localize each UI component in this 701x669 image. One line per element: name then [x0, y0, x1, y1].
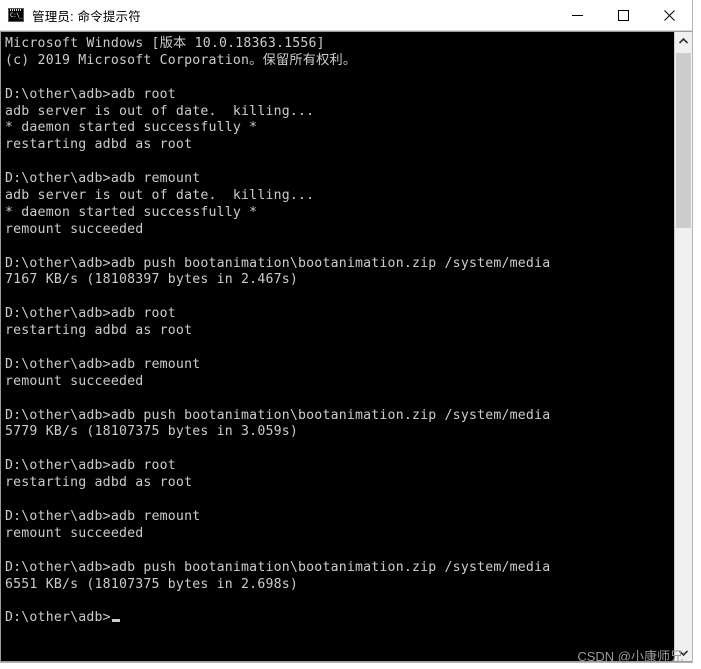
console-line: remount succeeded: [5, 525, 144, 541]
console-line: * daemon started successfully *: [5, 120, 258, 136]
title-bar[interactable]: C:\_ 管理员: 命令提示符: [0, 0, 692, 31]
console-line: D:\other\adb>adb push bootanimation\boot…: [5, 407, 551, 423]
close-icon: [663, 9, 675, 21]
console-line: D:\other\adb>adb remount: [5, 171, 201, 187]
console-line: remount succeeded: [5, 373, 144, 389]
console-line: 6551 KB/s (18107375 bytes in 2.698s): [5, 576, 299, 592]
scrollbar-thumb[interactable]: [676, 53, 691, 228]
cmd-icon-titlestrip: [10, 9, 22, 11]
vertical-scrollbar[interactable]: [674, 32, 692, 661]
window-title: 管理员: 命令提示符: [32, 9, 141, 24]
console-line: D:\other\adb>adb push bootanimation\boot…: [5, 255, 551, 271]
maximize-icon: [617, 9, 629, 21]
console-line: (c) 2019 Microsoft Corporation。保留所有权利。: [5, 52, 357, 68]
console-line: * daemon started successfully *: [5, 204, 258, 220]
console-line: D:\other\adb>adb push bootanimation\boot…: [5, 559, 551, 575]
scroll-down-button[interactable]: [675, 644, 692, 661]
console-line: D:\other\adb>: [5, 610, 674, 627]
console-line: D:\other\adb>adb remount: [5, 508, 201, 524]
console-output[interactable]: Microsoft Windows [版本 10.0.18363.1556] (c…: [1, 32, 674, 661]
console-line: Microsoft Windows [版本 10.0.18363.1556]: [5, 36, 325, 51]
text-cursor: [111, 619, 120, 623]
console-line: D:\other\adb>adb root: [5, 306, 176, 322]
console-line: restarting adbd as root: [5, 137, 193, 153]
console-line: D:\other\adb>adb root: [5, 458, 176, 474]
scroll-up-button[interactable]: [675, 32, 692, 49]
console-line: remount succeeded: [5, 221, 144, 237]
cmd-console-icon: C:\_: [8, 8, 24, 22]
maximize-button[interactable]: [600, 0, 646, 30]
console-line: restarting adbd as root: [5, 475, 193, 491]
console-line: adb server is out of date. killing...: [5, 188, 315, 204]
console-line: adb server is out of date. killing...: [5, 103, 315, 119]
chevron-up-icon: [679, 37, 688, 44]
command-prompt-window: C:\_ 管理员: 命令提示符 Microsoft Windows [版本 10…: [0, 0, 693, 663]
scrollbar-track[interactable]: [675, 49, 692, 644]
chevron-down-icon: [679, 649, 688, 656]
console-line: D:\other\adb>adb root: [5, 86, 176, 102]
console-line: 5779 KB/s (18107375 bytes in 3.059s): [5, 424, 299, 440]
console-line: 7167 KB/s (18108397 bytes in 2.467s): [5, 272, 299, 288]
console-line: restarting adbd as root: [5, 323, 193, 339]
close-button[interactable]: [646, 0, 692, 30]
console-area[interactable]: Microsoft Windows [版本 10.0.18363.1556] (c…: [0, 31, 692, 662]
minimize-icon: [571, 14, 583, 16]
console-line: D:\other\adb>adb remount: [5, 356, 201, 372]
cmd-icon-prompt-text: C:\_: [10, 12, 23, 19]
minimize-button[interactable]: [554, 0, 600, 30]
window-controls: [554, 0, 692, 30]
